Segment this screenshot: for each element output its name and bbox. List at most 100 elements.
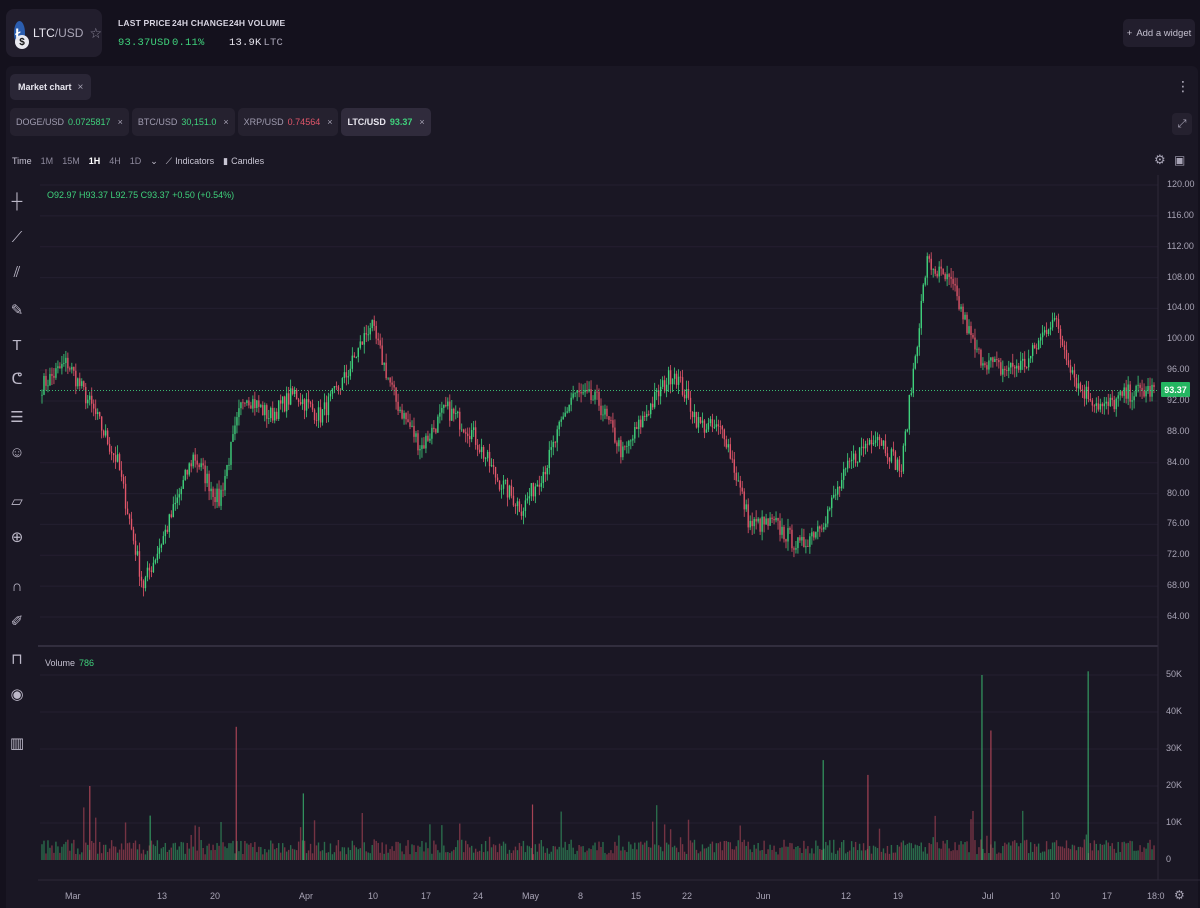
volume-bar [327,852,330,860]
volume-bar [1020,843,1022,860]
volume-bar [894,852,897,860]
candle [208,473,210,492]
candle [69,368,71,370]
candle [1012,362,1014,367]
volume-bar [809,853,811,860]
volume-bar [474,848,477,860]
candle [240,402,242,409]
volume-bar [924,847,926,860]
candle [697,417,700,428]
volume-bar [345,854,348,860]
candle [178,494,180,498]
volume-bar [580,846,582,860]
volume-bar [393,850,395,860]
volume-bar [57,846,59,860]
volume-bar [948,848,950,860]
volume-bar [699,851,702,860]
candle [811,532,813,537]
candle [825,523,827,528]
candle [1016,365,1018,369]
candle [540,483,543,487]
volume-bar [528,846,531,860]
volume-bar [558,846,560,860]
candle [775,517,777,521]
volume-bar [154,846,157,860]
candle [1014,366,1016,369]
volume-bar [488,836,491,860]
volume-bar [829,840,831,860]
volume-bar [739,825,741,860]
candle [254,399,256,409]
candle [964,314,966,320]
volume-bar [379,852,381,860]
candle [518,501,521,512]
volume-bar [43,840,45,860]
volume-bar [811,848,813,860]
candle [988,360,990,370]
volume-bar [713,852,716,860]
volume-bar [626,851,628,860]
candle [469,435,471,440]
volume-bar [108,848,111,860]
volume-bar [367,852,369,860]
candle [683,394,686,399]
volume-bar [337,839,340,860]
volume-bar [646,840,648,860]
volume-bar [663,824,666,860]
volume-bar [1113,848,1115,860]
candle [737,480,739,482]
candle [226,464,228,476]
candle [669,370,672,385]
volume-bar [693,839,696,860]
volume-bar [216,843,218,860]
candle [55,368,57,378]
candle [600,405,602,416]
candle [172,504,174,518]
volume-spike [990,730,992,860]
volume-bar [455,847,457,860]
volume-bar [584,852,586,860]
candle [677,376,680,385]
candle [602,414,604,416]
candle [482,446,485,459]
candle [1087,386,1090,400]
volume-bar [622,846,624,860]
volume-bar [709,843,712,860]
candle [309,402,312,404]
axis-settings-icon[interactable]: ⚙ [1174,888,1185,902]
candle [906,429,909,432]
candle [644,415,646,417]
candle [449,401,451,421]
candle [862,446,865,449]
candle [640,419,642,428]
volume-bar [212,844,214,860]
candle [848,460,851,462]
volume-bar [878,828,881,860]
volume-bar [817,845,819,860]
time-tick-label: 22 [682,891,693,901]
candle [1067,360,1070,366]
volume-bar [825,841,827,860]
candle [411,425,413,427]
volume-bar [174,842,176,860]
candle [492,465,495,467]
candle [102,430,105,436]
volume-bar [87,844,89,860]
candle [1039,337,1042,341]
time-tick-label: 20 [210,891,221,901]
volume-bar [544,852,546,860]
candle [198,464,200,468]
candle [878,436,881,441]
volume-bar [846,851,849,860]
candle [918,328,920,348]
time-tick-label: 10 [368,891,379,901]
volume-bar [303,840,306,860]
candle [65,357,67,364]
volume-bar [572,847,574,860]
candle [1149,385,1151,397]
volume-bar [309,843,312,860]
price-chart[interactable] [0,0,1200,908]
volume-bar [180,841,182,860]
candle [858,447,861,463]
volume-bar [614,841,616,860]
